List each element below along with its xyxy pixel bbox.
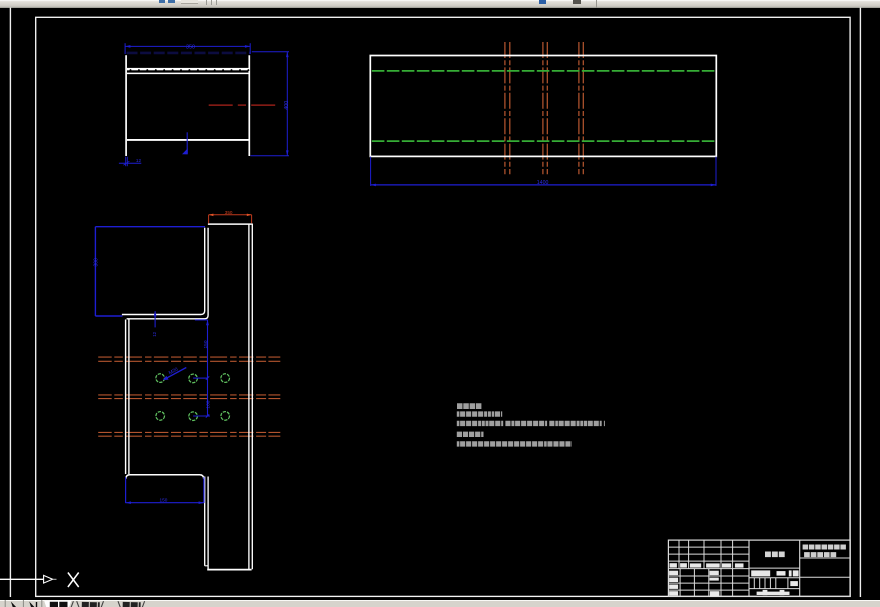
svg-text:12: 12 [152,331,157,336]
svg-text:150: 150 [160,497,168,502]
svg-text:1400: 1400 [537,180,549,186]
svg-text:150: 150 [203,340,209,348]
svg-text:12: 12 [136,158,142,163]
svg-text:300: 300 [93,258,99,267]
svg-text:350: 350 [186,44,195,50]
svg-text:100: 100 [206,400,212,408]
svg-text:400: 400 [284,101,290,110]
svg-text:350: 350 [225,210,233,215]
